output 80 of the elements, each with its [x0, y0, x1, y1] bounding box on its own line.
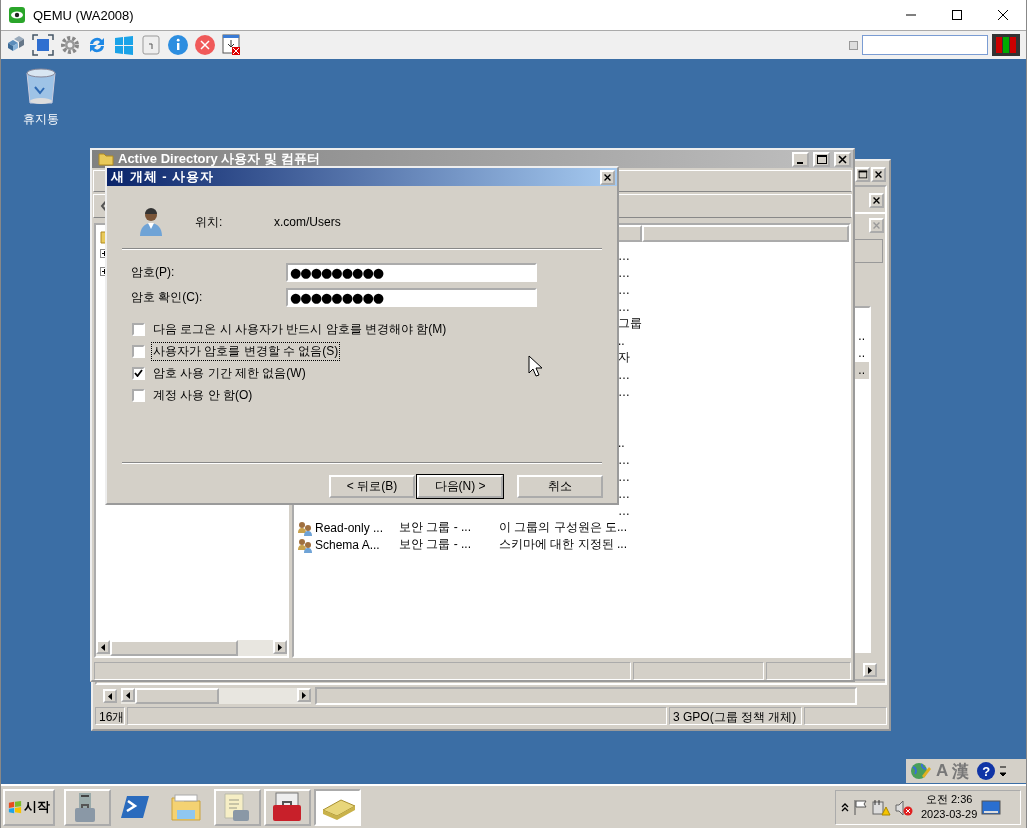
table-cell: .. — [618, 435, 625, 450]
list-item[interactable]: .. — [855, 345, 869, 362]
maximize-icon[interactable] — [952, 10, 962, 20]
eye-icon — [9, 7, 25, 23]
fullscreen-icon[interactable] — [32, 34, 54, 56]
cancel-icon[interactable] — [194, 34, 216, 56]
checkbox-label[interactable]: 다음 로그온 시 사용자가 반드시 암호를 변경해야 함(M) — [151, 319, 449, 339]
users-icon — [297, 519, 313, 536]
table-cell: … — [618, 486, 630, 501]
desktop-icon[interactable] — [981, 798, 1002, 816]
scrollbar[interactable] — [121, 688, 311, 704]
table-cell: … — [618, 265, 630, 280]
checkbox[interactable] — [132, 344, 145, 358]
dialog-button[interactable]: 취소 — [517, 475, 603, 498]
table-cell: … — [618, 503, 630, 518]
table-cell-text: 보안 그룹 - ... — [399, 536, 472, 553]
table-cell: .. — [618, 333, 625, 348]
table-cell: 이 그룹의 구성원은 도... — [499, 519, 627, 536]
status-text: 3 GPO(그룹 정책 개체) — [669, 707, 802, 725]
network-warning-icon[interactable] — [871, 798, 891, 816]
table-cell: 그룹 — [618, 315, 642, 332]
list-item[interactable]: .. — [855, 362, 869, 379]
password-field[interactable]: ●●●●●●●●● — [286, 288, 537, 307]
start-button[interactable]: 시작 — [3, 788, 55, 826]
status-text: 16개 — [95, 707, 125, 725]
clock-date[interactable]: 2023-03-29 — [921, 807, 978, 822]
close-icon[interactable] — [998, 10, 1008, 20]
field-label: 암호 확인(C): — [130, 289, 204, 306]
color-bars-icon[interactable] — [992, 34, 1020, 56]
table-cell: … — [618, 384, 630, 399]
taskbar-button[interactable] — [64, 788, 111, 826]
speaker-muted-icon[interactable] — [895, 798, 913, 816]
flag-icon[interactable] — [853, 798, 867, 816]
info-icon[interactable] — [167, 34, 189, 56]
input-field[interactable] — [862, 35, 988, 55]
scrollbar[interactable] — [315, 687, 857, 705]
table-cell-text: Schema A... — [315, 537, 381, 552]
chevron-icon[interactable] — [841, 801, 849, 813]
globe-icon[interactable] — [910, 761, 932, 781]
checkbox[interactable] — [132, 388, 145, 402]
window-title: QEMU (WA2008) — [33, 7, 135, 23]
square-icon — [849, 40, 858, 50]
table-cell: … — [618, 299, 630, 314]
checkbox[interactable] — [132, 322, 145, 336]
dialog-title: 새 개체 - 사용자 — [111, 168, 216, 186]
dialog-button[interactable]: < 뒤로(B) — [329, 475, 415, 498]
checkbox-label[interactable]: 암호 사용 기간 제한 없음(W) — [151, 363, 308, 383]
menu-caret-icon[interactable] — [999, 765, 1008, 777]
checkbox-label[interactable]: 계정 사용 안 함(O) — [151, 385, 255, 405]
window-title: Active Directory 사용자 및 컴퓨터 — [118, 150, 321, 168]
windows-logo-icon — [8, 798, 22, 816]
list-item[interactable]: .. — [855, 328, 869, 345]
location-value: x.com/Users — [274, 215, 341, 229]
help-button[interactable]: ? — [977, 762, 996, 780]
trash-icon[interactable] — [23, 65, 59, 107]
checkbox-label[interactable]: 사용자가 암호를 변경할 수 없음(S) — [151, 341, 341, 361]
table-cell: … — [618, 452, 630, 467]
table-cell-text: Read-only ... — [315, 520, 385, 535]
table-cell: … — [618, 469, 630, 484]
location-label: 위치: — [195, 213, 224, 231]
scroll-thumb[interactable] — [110, 640, 238, 656]
icon-label[interactable]: 휴지통 — [23, 111, 59, 128]
cursor-icon — [528, 355, 542, 377]
field-label: 암호(P): — [130, 264, 176, 281]
folder-icon — [98, 151, 114, 167]
password-field[interactable]: ●●●●●●●●● — [286, 263, 537, 282]
table-cell-text: 보안 그룹 - ... — [399, 519, 472, 536]
scroll-thumb[interactable] — [135, 688, 219, 704]
users-icon — [297, 536, 313, 553]
table-cell: 자 — [618, 349, 630, 366]
table-cell: … — [618, 282, 630, 297]
clock-time[interactable]: 오전 2:36 — [925, 792, 973, 807]
taskbar-button[interactable] — [264, 788, 311, 826]
table-cell: … — [618, 248, 630, 263]
scrollbar[interactable] — [96, 640, 287, 656]
dialog-button[interactable]: 다음(N) > — [417, 475, 503, 498]
table-cell: … — [618, 367, 630, 382]
document-icon[interactable] — [221, 34, 243, 56]
settings-icon[interactable] — [59, 34, 81, 56]
table-cell: 스키마에 대한 지정된 ... — [499, 536, 627, 553]
